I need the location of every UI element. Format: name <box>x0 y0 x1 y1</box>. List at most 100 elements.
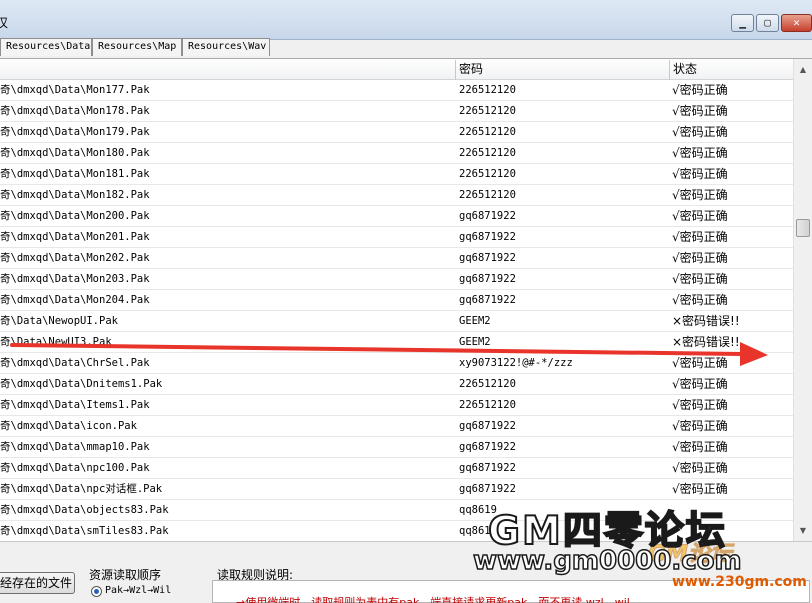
row-status-cell: √密码正确 <box>672 440 728 454</box>
row-status-cell: √密码正确 <box>672 251 728 265</box>
row-path-cell: 奇\dmxqd\Data\smTiles83.Pak <box>0 525 169 537</box>
read-order-radio[interactable] <box>91 586 102 597</box>
row-password-cell: 226512120 <box>459 147 516 159</box>
row-password-cell: 226512120 <box>459 399 516 411</box>
read-order-option-label[interactable]: Pak→Wzl→Wil <box>105 585 171 596</box>
row-status-cell: √密码正确 <box>672 125 728 139</box>
maximize-icon[interactable]: ▢ <box>756 14 779 32</box>
row-path-cell: 奇\dmxqd\Data\Mon177.Pak <box>0 84 150 96</box>
row-password-cell: gq6871922 <box>459 483 516 495</box>
row-path-cell: 奇\dmxqd\Data\Dnitems1.Pak <box>0 378 163 390</box>
table-row[interactable]: 奇\dmxqd\Data\Dnitems1.Pak 226512120 √密码正确 <box>0 374 793 395</box>
table-row[interactable]: 奇\dmxqd\Data\Mon179.Pak 226512120 √密码正确 <box>0 122 793 143</box>
tab-resources-data[interactable]: Resources\Data <box>0 38 92 56</box>
table-row[interactable]: 奇\dmxqd\Data\Mon180.Pak 226512120 √密码正确 <box>0 143 793 164</box>
row-path-cell: 奇\dmxqd\Data\npc100.Pak <box>0 462 150 474</box>
row-path-cell: 奇\dmxqd\Data\objects83.Pak <box>0 504 169 516</box>
row-path-cell: 奇\dmxqd\Data\Mon182.Pak <box>0 189 150 201</box>
row-password-cell: xy9073122!@#-*/zzz <box>459 357 573 369</box>
rules-text: →使用微端时，读取规则为表中有pak，端直接请求更新pak，而不再读 wzl、w… <box>236 596 630 603</box>
minimize-icon[interactable]: ▁ <box>731 14 754 32</box>
row-path-cell: 奇\dmxqd\Data\Mon202.Pak <box>0 252 150 264</box>
row-status-cell: √密码正确 <box>672 293 728 307</box>
row-status-cell: √密码正确 <box>672 377 728 391</box>
row-password-cell: GEEM2 <box>459 336 491 348</box>
row-path-cell: 奇\dmxqd\Data\icon.Pak <box>0 420 137 432</box>
row-status-cell: ×密码错误!! <box>672 335 740 349</box>
row-status-cell: √密码正确 <box>672 356 728 370</box>
window-title: 汉 <box>0 16 9 30</box>
table-row[interactable]: 奇\dmxqd\Data\Mon201.Pak gq6871922 √密码正确 <box>0 227 793 248</box>
table-row[interactable]: 奇\dmxqd\Data\Mon200.Pak gq6871922 √密码正确 <box>0 206 793 227</box>
open-existing-files-button[interactable]: 经存在的文件 <box>0 572 75 594</box>
row-status-cell: √密码正确 <box>672 83 728 97</box>
row-path-cell: 奇\dmxqd\Data\Mon204.Pak <box>0 294 150 306</box>
table-row[interactable]: 奇\dmxqd\Data\Mon182.Pak 226512120 √密码正确 <box>0 185 793 206</box>
row-password-cell: gq6871922 <box>459 210 516 222</box>
tab-resources-map[interactable]: Resources\Map <box>92 38 182 56</box>
row-status-cell: √密码正确 <box>672 104 728 118</box>
row-status-cell: √密码正确 <box>672 188 728 202</box>
row-path-cell: 奇\Data\NewUI3.Pak <box>0 336 112 348</box>
row-status-cell: √密码正确 <box>672 482 728 496</box>
table-row[interactable]: 奇\dmxqd\Data\ChrSel.Pak xy9073122!@#-*/zz… <box>0 353 793 374</box>
row-password-cell: 226512120 <box>459 126 516 138</box>
row-path-cell: 奇\dmxqd\Data\Mon203.Pak <box>0 273 150 285</box>
row-password-cell: gq6871922 <box>459 420 516 432</box>
row-password-cell: 226512120 <box>459 189 516 201</box>
vertical-scrollbar[interactable]: ▲ ▼ <box>793 59 812 541</box>
row-password-cell: gq6871922 <box>459 462 516 474</box>
row-path-cell: 奇\dmxqd\Data\npc对话框.Pak <box>0 483 163 495</box>
row-status-cell: √密码正确 <box>672 209 728 223</box>
row-password-cell: 226512120 <box>459 105 516 117</box>
row-status-cell: √密码正确 <box>672 461 728 475</box>
table-row[interactable]: 奇\dmxqd\Data\icon.Pak gq6871922 √密码正确 <box>0 416 793 437</box>
read-order-title: 资源读取顺序 <box>89 568 162 582</box>
scroll-down-icon[interactable]: ▼ <box>794 522 812 539</box>
row-path-cell: 奇\dmxqd\Data\Mon180.Pak <box>0 147 150 159</box>
row-path-cell: 奇\dmxqd\Data\mmap10.Pak <box>0 441 150 453</box>
row-password-cell: gq6871922 <box>459 273 516 285</box>
table-row[interactable]: 奇\dmxqd\Data\Mon202.Pak gq6871922 √密码正确 <box>0 248 793 269</box>
column-header-path[interactable] <box>0 59 455 80</box>
row-path-cell: 奇\dmxqd\Data\Mon179.Pak <box>0 126 150 138</box>
row-path-cell: 奇\dmxqd\Data\Mon201.Pak <box>0 231 150 243</box>
row-path-cell: 奇\dmxqd\Data\ChrSel.Pak <box>0 357 150 369</box>
table-row[interactable]: 奇\dmxqd\Data\Mon181.Pak 226512120 √密码正确 <box>0 164 793 185</box>
table-row[interactable]: 奇\dmxqd\Data\npc100.Pak gq6871922 √密码正确 <box>0 458 793 479</box>
table-row[interactable]: 奇\Data\NewUI3.Pak GEEM2 ×密码错误!! <box>0 332 793 353</box>
watermark-url-secondary: www.230gm.com <box>672 574 807 590</box>
table-row[interactable]: 奇\dmxqd\Data\Mon178.Pak 226512120 √密码正确 <box>0 101 793 122</box>
table-row[interactable]: 奇\dmxqd\Data\Items1.Pak 226512120 √密码正确 <box>0 395 793 416</box>
row-path-cell: 奇\dmxqd\Data\Mon200.Pak <box>0 210 150 222</box>
row-status-cell: √密码正确 <box>672 230 728 244</box>
scroll-up-icon[interactable]: ▲ <box>794 61 812 78</box>
row-status-cell: ×密码错误!! <box>672 314 740 328</box>
table-row[interactable]: 奇\dmxqd\Data\npc对话框.Pak gq6871922 √密码正确 <box>0 479 793 500</box>
column-header-status[interactable]: 状态 <box>670 59 793 80</box>
table-row[interactable]: 奇\dmxqd\Data\Mon204.Pak gq6871922 √密码正确 <box>0 290 793 311</box>
table-row[interactable]: 奇\dmxqd\Data\Mon203.Pak gq6871922 √密码正确 <box>0 269 793 290</box>
scroll-thumb[interactable] <box>796 219 810 237</box>
row-path-cell: 奇\dmxqd\Data\Items1.Pak <box>0 399 150 411</box>
row-path-cell: 奇\dmxqd\Data\Mon181.Pak <box>0 168 150 180</box>
row-path-cell: 奇\Data\NewopUI.Pak <box>0 315 118 327</box>
row-password-cell: 226512120 <box>459 168 516 180</box>
row-status-cell: √密码正确 <box>672 419 728 433</box>
table-row[interactable]: 奇\dmxqd\Data\mmap10.Pak gq6871922 √密码正确 <box>0 437 793 458</box>
row-password-cell: gq6871922 <box>459 441 516 453</box>
row-status-cell: √密码正确 <box>672 272 728 286</box>
table-row[interactable]: 奇\dmxqd\Data\Mon177.Pak 226512120 √密码正确 <box>0 80 793 101</box>
watermark-url: www.gm0000.com <box>472 545 742 577</box>
row-path-cell: 奇\dmxqd\Data\Mon178.Pak <box>0 105 150 117</box>
window-title-bar: 汉 ▁ ▢ ✕ <box>0 0 812 40</box>
row-password-cell: gq6871922 <box>459 294 516 306</box>
row-password-cell: gq6871922 <box>459 252 516 264</box>
tab-resources-wav[interactable]: Resources\Wav <box>182 38 270 56</box>
table-row[interactable]: 奇\Data\NewopUI.Pak GEEM2 ×密码错误!! <box>0 311 793 332</box>
row-password-cell: 226512120 <box>459 378 516 390</box>
column-header-password[interactable]: 密码 <box>456 59 669 80</box>
row-password-cell: 226512120 <box>459 84 516 96</box>
row-password-cell: gq6871922 <box>459 231 516 243</box>
close-icon[interactable]: ✕ <box>781 14 812 32</box>
